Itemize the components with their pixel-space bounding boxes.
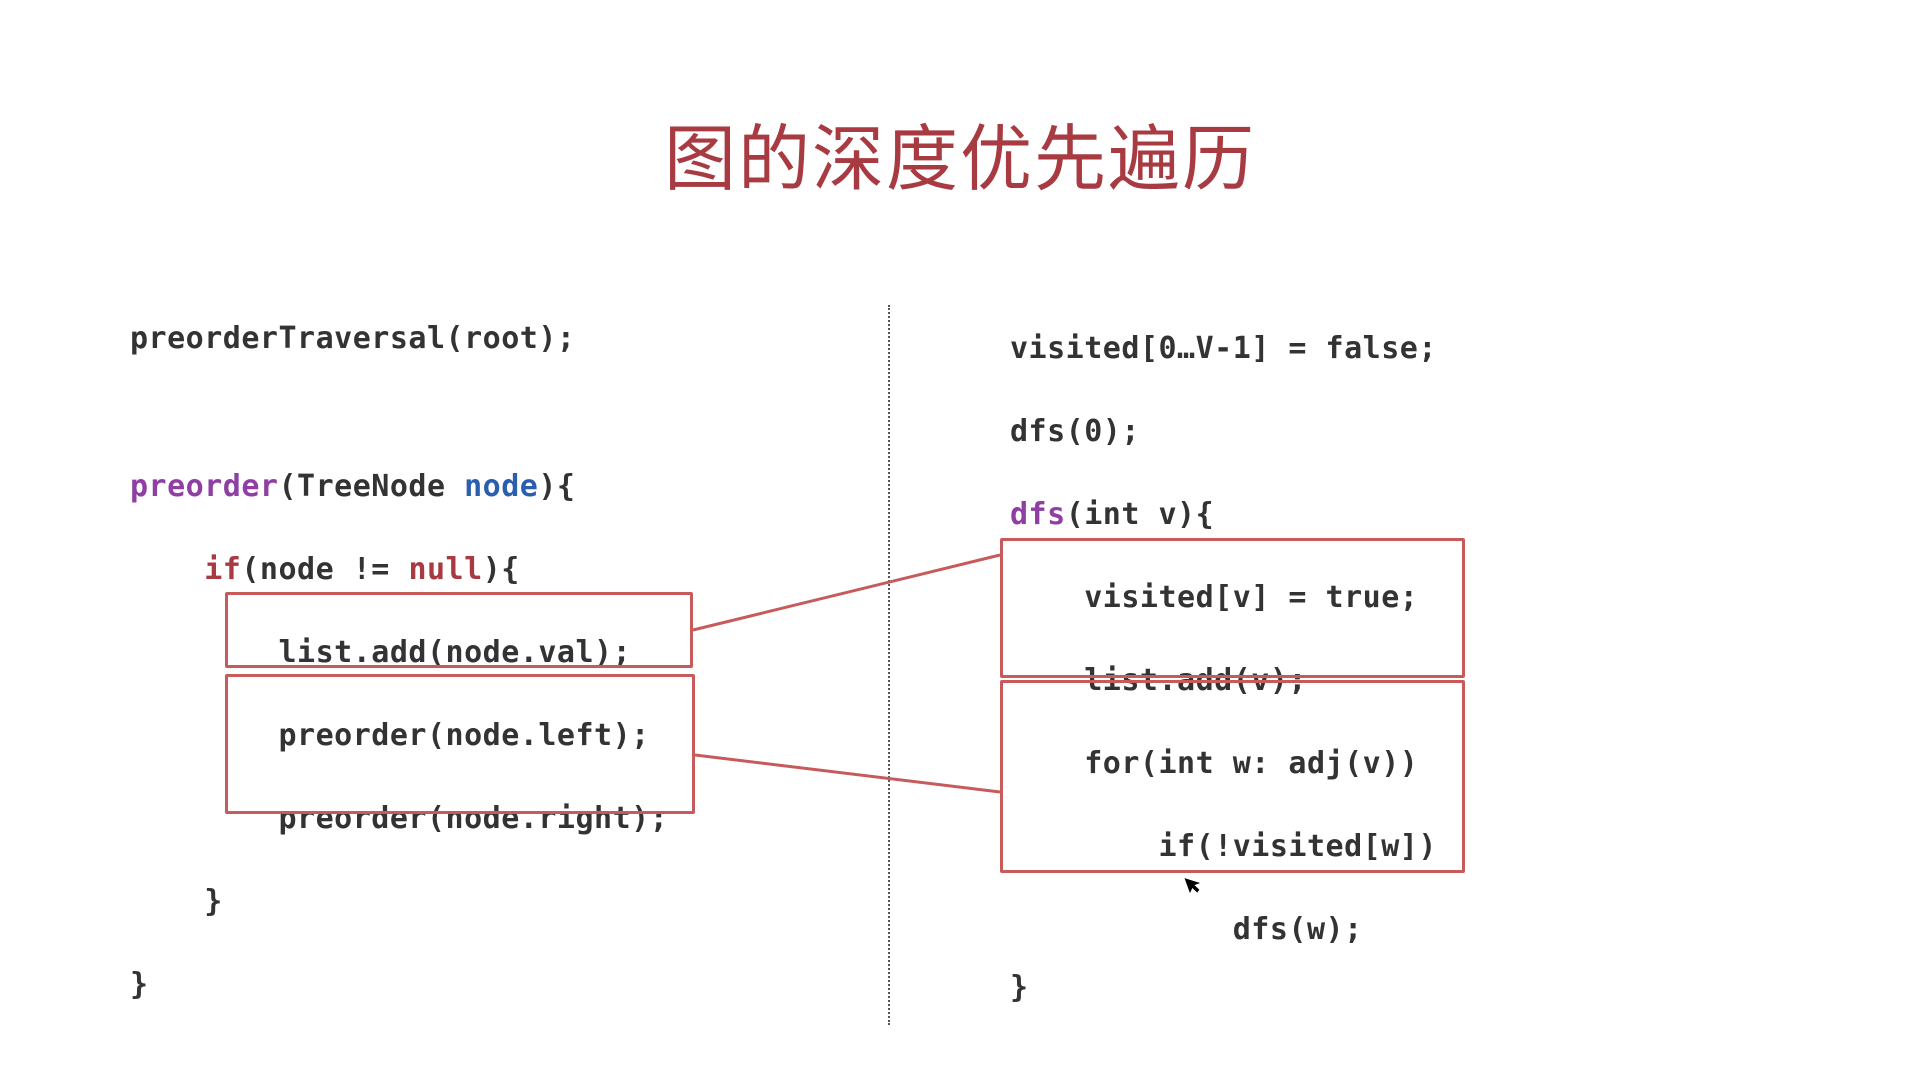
- code-close-if: }: [130, 878, 890, 926]
- code-close-dfs: }: [1010, 964, 1437, 1012]
- vertical-divider: [888, 305, 890, 1025]
- keyword-null: null: [408, 552, 482, 587]
- right-code-column: visited[0…V-1] = false; dfs(0); dfs(int …: [1010, 315, 1437, 1012]
- code-dfs-params: (int v){: [1066, 497, 1215, 532]
- code-preorder-call: preorderTraversal(root);: [130, 315, 890, 363]
- code-dfs-w: dfs(w);: [1010, 906, 1437, 954]
- code-dfs-sig: dfs(int v){: [1010, 491, 1437, 539]
- code-for-loop: for(int w: adj(v)): [1010, 740, 1437, 788]
- code-preorder-right: preorder(node.right);: [130, 795, 890, 843]
- code-list-add: list.add(node.val);: [130, 629, 890, 677]
- keyword-node: node: [464, 469, 538, 504]
- code-list-add-v: list.add(v);: [1010, 657, 1437, 705]
- code-preorder-sig: preorder(TreeNode node){: [130, 463, 890, 511]
- keyword-dfs: dfs: [1010, 497, 1066, 532]
- keyword-if: if: [204, 552, 241, 587]
- content-area: preorderTraversal(root); preorder(TreeNo…: [0, 315, 1920, 1012]
- slide-title: 图的深度优先遍历: [0, 0, 1920, 205]
- code-close-func: }: [130, 961, 890, 1009]
- code-close: ){: [538, 469, 575, 504]
- code-preorder-left: preorder(node.left);: [130, 712, 890, 760]
- code-dfs-call: dfs(0);: [1010, 408, 1437, 456]
- code-if-not-visited: if(!visited[w]): [1010, 823, 1437, 871]
- left-code-column: preorderTraversal(root); preorder(TreeNo…: [130, 315, 890, 1012]
- code-if-line: if(node != null){: [130, 546, 890, 594]
- code-cond-open: (node !=: [241, 552, 408, 587]
- code-params: (TreeNode: [279, 469, 465, 504]
- keyword-preorder: preorder: [130, 469, 279, 504]
- code-visited-true: visited[v] = true;: [1010, 574, 1437, 622]
- code-visited-init: visited[0…V-1] = false;: [1010, 325, 1437, 373]
- code-cond-close: ){: [483, 552, 520, 587]
